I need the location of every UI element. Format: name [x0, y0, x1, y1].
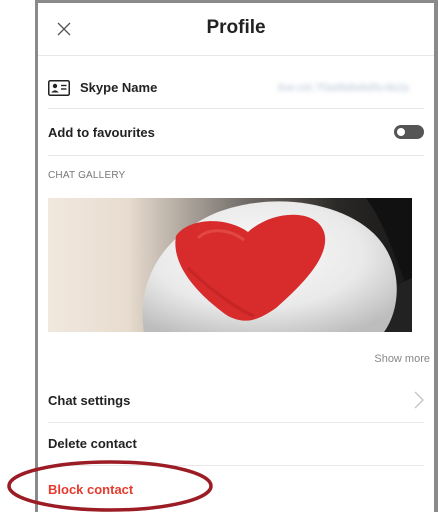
favourites-row: Add to favourites — [48, 109, 424, 156]
delete-contact-label: Delete contact — [48, 436, 137, 451]
favourites-label: Add to favourites — [48, 125, 155, 140]
skype-name-value: live:cid.7f3a9b8e6d5c4b2a — [278, 82, 409, 94]
gallery-image-heart-stone[interactable] — [48, 198, 412, 332]
delete-contact-row[interactable]: Delete contact — [48, 423, 424, 466]
window-frame-right — [434, 0, 438, 512]
block-contact-row[interactable]: Block contact — [48, 466, 424, 506]
toggle-knob — [397, 128, 405, 136]
heart-stone-photo — [48, 198, 412, 332]
chat-settings-label: Chat settings — [48, 393, 131, 408]
profile-panel: Profile Skype Name live:cid.7f3a9b8e6d5c… — [38, 3, 434, 512]
chat-settings-row[interactable]: Chat settings — [48, 378, 424, 423]
skype-name-label: Skype Name — [80, 80, 158, 95]
screenshot-stage: Profile Skype Name live:cid.7f3a9b8e6d5c… — [0, 0, 438, 512]
favourites-toggle[interactable] — [394, 125, 424, 139]
contact-card-icon — [48, 80, 70, 96]
chevron-right-icon — [414, 391, 424, 409]
block-contact-label: Block contact — [48, 482, 134, 497]
page-title: Profile — [206, 17, 266, 38]
show-more-link[interactable]: Show more — [374, 353, 430, 365]
skype-name-row: Skype Name live:cid.7f3a9b8e6d5c4b2a — [48, 68, 424, 109]
chat-gallery-heading: CHAT GALLERY — [48, 170, 126, 181]
profile-header: Profile — [38, 3, 434, 56]
